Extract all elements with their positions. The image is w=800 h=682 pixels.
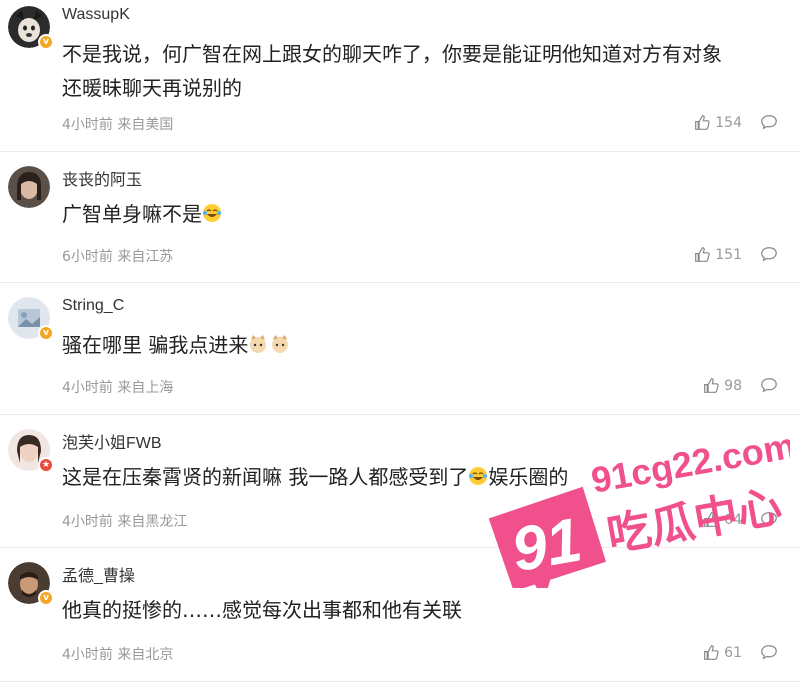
reply-icon[interactable]: [760, 510, 778, 528]
laugh-cry-emoji-icon: [469, 467, 488, 485]
comment-meta: 4小时前 来自北京: [62, 644, 173, 664]
verified-badge-icon: v: [38, 34, 54, 50]
comment-item: v WassupK 不是我说，何广智在网上跟女的聊天咋了，你要是能证明他知道对方…: [0, 0, 800, 152]
comment-time: 6小时前: [62, 249, 113, 265]
comment-item: 丧丧的阿玉 广智单身嘛不是 6小时前 来自江苏 151: [0, 152, 800, 283]
like-count: 154: [715, 114, 742, 131]
thumbs-up-icon: [704, 378, 719, 393]
comment-text-line: 还暖昧聊天再说别的: [62, 76, 242, 100]
comment-text: 广智单身嘛不是: [62, 197, 782, 231]
reply-icon[interactable]: [760, 113, 778, 131]
laugh-cry-emoji-icon: [203, 204, 221, 222]
thumbs-up-icon: [695, 115, 710, 130]
comment-item: ★ 泡芙小姐FWB 这是在压秦霄贤的新闻嘛 我一路人都感受到了 娱乐圈的 4小时前…: [0, 415, 800, 548]
avatar[interactable]: v: [8, 297, 54, 341]
username[interactable]: 泡芙小姐FWB: [62, 429, 162, 453]
avatar[interactable]: v: [8, 562, 54, 606]
like-count: 61: [724, 644, 742, 661]
comment-location: 来自上海: [117, 380, 174, 396]
avatar[interactable]: ★: [8, 429, 54, 473]
comment-time: 4小时前: [62, 647, 113, 663]
comment-text: 不是我说，何广智在网上跟女的聊天咋了，你要是能证明他知道对方有对象 还暖昧聊天再…: [62, 37, 782, 105]
username[interactable]: String_C: [62, 297, 124, 315]
like-button[interactable]: 98: [703, 377, 742, 394]
comment-text-tail: 娱乐圈的: [488, 465, 569, 489]
comment-time: 4小时前: [62, 117, 113, 133]
comment-text-body: 这是在压秦霄贤的新闻嘛 我一路人都感受到了: [62, 465, 469, 489]
reply-icon[interactable]: [760, 245, 778, 263]
like-count: 64: [724, 511, 742, 528]
comment-meta: 4小时前 来自美国: [62, 114, 173, 134]
comment-text: 骚在哪里 骗我点进来: [62, 328, 782, 362]
username[interactable]: 丧丧的阿玉: [62, 166, 142, 190]
comment-text-body: 广智单身嘛不是: [62, 202, 202, 226]
comment-time: 4小时前: [62, 514, 113, 530]
comment-text: 他真的挺惨的……感觉每次出事都和他有关联: [62, 593, 782, 627]
like-count: 98: [724, 377, 742, 394]
comment-location: 来自美国: [117, 117, 174, 133]
username[interactable]: WassupK: [62, 6, 130, 24]
reply-icon[interactable]: [760, 376, 778, 394]
like-button[interactable]: 64: [703, 511, 742, 528]
like-button[interactable]: 61: [703, 644, 742, 661]
comment-item: v 孟德_曹操 他真的挺惨的……感觉每次出事都和他有关联 4小时前 来自北京 6…: [0, 548, 800, 682]
comment-item: v String_C 骚在哪里 骗我点进来 4小时前 来自上海 98: [0, 283, 800, 415]
verified-badge-icon: v: [38, 590, 54, 606]
thumbs-up-icon: [695, 247, 710, 262]
comment-meta: 4小时前 来自黑龙江: [62, 511, 187, 531]
reply-icon[interactable]: [760, 643, 778, 661]
comment-text-body: 他真的挺惨的……感觉每次出事都和他有关联: [62, 598, 462, 622]
verified-badge-icon: v: [38, 325, 54, 341]
like-button[interactable]: 151: [694, 246, 742, 263]
comment-meta: 6小时前 来自江苏: [62, 246, 173, 266]
comment-location: 来自北京: [117, 647, 174, 663]
thumbs-up-icon: [704, 645, 719, 660]
username[interactable]: 孟德_曹操: [62, 562, 135, 586]
like-button[interactable]: 154: [694, 114, 742, 131]
avatar[interactable]: v: [8, 6, 54, 50]
comment-meta: 4小时前 来自上海: [62, 377, 173, 397]
avatar[interactable]: [8, 166, 50, 208]
comment-time: 4小时前: [62, 380, 113, 396]
avatar-image: [8, 166, 50, 208]
comment-text-body: 骚在哪里 骗我点进来: [62, 333, 249, 357]
comment-text-line: 不是我说，何广智在网上跟女的聊天咋了，你要是能证明他知道对方有对象: [62, 42, 722, 66]
comment-text: 这是在压秦霄贤的新闻嘛 我一路人都感受到了 娱乐圈的: [62, 460, 782, 494]
comment-location: 来自江苏: [117, 249, 174, 265]
comment-location: 来自黑龙江: [117, 514, 188, 530]
cat-emoji-icon: [250, 335, 289, 353]
like-count: 151: [715, 246, 742, 263]
thumbs-up-icon: [704, 512, 719, 527]
member-badge-icon: ★: [38, 457, 54, 473]
